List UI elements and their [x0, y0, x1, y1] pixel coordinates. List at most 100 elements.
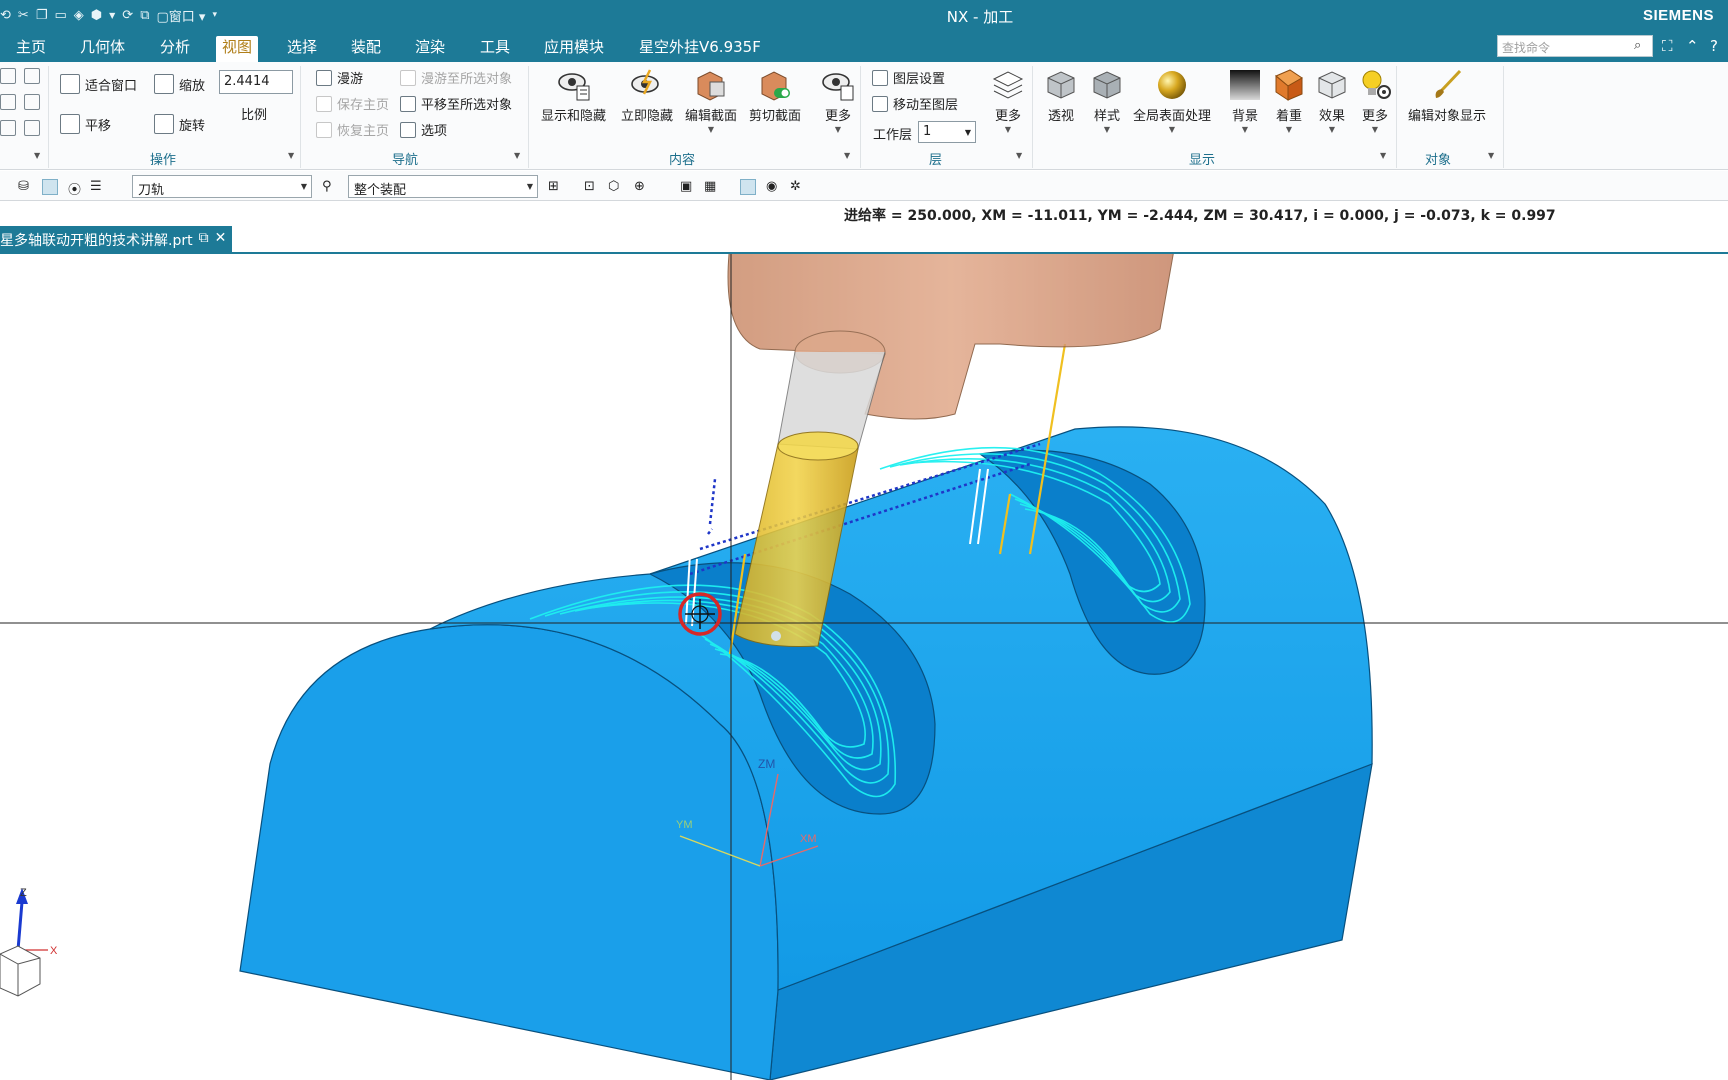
- group-label-navigate: 导航: [392, 153, 419, 168]
- cad-scene[interactable]: ZM YM XM Z X: [0, 254, 1728, 1080]
- orient-view-icon[interactable]: [0, 120, 16, 136]
- coloring-button[interactable]: 着重 ▼: [1272, 68, 1306, 134]
- rotate-button[interactable]: 旋转: [154, 114, 205, 134]
- layer-group-arrow-icon[interactable]: ▼: [1016, 151, 1022, 160]
- search-icon[interactable]: ⌕: [1634, 38, 1650, 54]
- tab-analysis[interactable]: 分析: [154, 36, 196, 62]
- zoom-button[interactable]: 缩放: [154, 74, 205, 94]
- save-home-button[interactable]: 保存主页: [316, 94, 389, 113]
- pan-button[interactable]: 平移: [60, 114, 111, 134]
- toolpath-filter-icon[interactable]: ✲: [790, 179, 806, 195]
- mcs-xm-label: XM: [800, 833, 817, 845]
- operate-group-arrow-icon[interactable]: ▼: [288, 151, 294, 160]
- style-dropdown-icon[interactable]: ▼: [1104, 125, 1110, 134]
- effects-dropdown-icon[interactable]: ▼: [1329, 125, 1335, 134]
- scale-input[interactable]: 2.4414: [219, 70, 293, 94]
- group-separator: [1396, 66, 1397, 168]
- tab-render[interactable]: 渲染: [409, 36, 451, 62]
- edit-object-display-button[interactable]: 编辑对象显示: [1408, 68, 1486, 124]
- move-to-layer-button[interactable]: 移动至图层: [872, 94, 958, 113]
- tab-application[interactable]: 应用模块: [538, 36, 610, 62]
- content-more-button[interactable]: 更多 ▼: [821, 68, 855, 134]
- pan-label: 平移: [85, 118, 112, 134]
- hide-now-button[interactable]: 立即隐藏: [621, 68, 673, 124]
- orient-view-icon[interactable]: [24, 68, 40, 84]
- walk-to-selected-button[interactable]: 漫游至所选对象: [400, 68, 512, 87]
- tab-tools[interactable]: 工具: [474, 36, 516, 62]
- pan-to-selected-button[interactable]: 平移至所选对象: [400, 94, 512, 113]
- help-icon[interactable]: ?: [1710, 37, 1718, 55]
- tab-home[interactable]: 主页: [10, 36, 52, 62]
- show-hide-button[interactable]: 显示和隐藏: [541, 68, 606, 124]
- style-label: 样式: [1093, 109, 1120, 124]
- content-more-dropdown-icon[interactable]: ▼: [835, 125, 841, 134]
- clip-section-button[interactable]: 剪切截面: [749, 68, 801, 124]
- select-body-icon[interactable]: ⬡: [608, 179, 624, 195]
- orient-view-icon[interactable]: [0, 94, 16, 110]
- coloring-dropdown-icon[interactable]: ▼: [1286, 125, 1292, 134]
- object-group-arrow-icon[interactable]: ▼: [1488, 151, 1494, 160]
- view-eye-icon[interactable]: ◉: [766, 179, 782, 195]
- snap-settings-icon[interactable]: ⊞: [548, 179, 564, 195]
- group-label-content: 内容: [669, 153, 696, 168]
- type-filter-select[interactable]: 刀轨 ▼: [132, 175, 312, 198]
- work-layer-select[interactable]: 1 ▼: [918, 121, 976, 143]
- layer-settings-button[interactable]: 图层设置: [872, 68, 945, 87]
- edit-section-dropdown-icon[interactable]: ▼: [708, 125, 714, 134]
- tab-geometry[interactable]: 几何体: [74, 36, 131, 62]
- global-finish-button[interactable]: 全局表面处理 ▼: [1133, 68, 1211, 134]
- document-tab-name: 星多轴联动开粗的技术讲解.prt: [0, 233, 193, 249]
- navigate-group-arrow-icon[interactable]: ▼: [514, 151, 520, 160]
- background-button[interactable]: 背景 ▼: [1228, 68, 1262, 134]
- walk-button[interactable]: 漫游: [316, 68, 363, 87]
- close-tab-icon[interactable]: ✕: [215, 230, 227, 252]
- clip-section-icon: [761, 71, 790, 101]
- orient-group-arrow-icon[interactable]: ▼: [34, 151, 40, 160]
- orient-view-icon[interactable]: [24, 120, 40, 136]
- document-tab[interactable]: 星多轴联动开粗的技术讲解.prt ⧉ ✕: [0, 226, 233, 252]
- effects-button[interactable]: 效果 ▼: [1315, 68, 1349, 134]
- hide-eye-icon: [631, 69, 659, 95]
- pan-to-selected-label: 平移至所选对象: [421, 98, 513, 113]
- options-button[interactable]: 选项: [400, 120, 447, 139]
- collapse-ribbon-icon[interactable]: ⌃: [1686, 37, 1699, 55]
- edit-section-button[interactable]: 编辑截面 ▼: [685, 68, 737, 134]
- layer-more-button[interactable]: 更多 ▼: [991, 68, 1025, 134]
- tab-assembly[interactable]: 装配: [345, 36, 387, 62]
- command-search-input[interactable]: 查找命令: [1497, 35, 1653, 57]
- orient-view-icon[interactable]: [24, 94, 40, 110]
- perspective-button[interactable]: 透视: [1044, 68, 1078, 124]
- orient-view-icon[interactable]: [0, 68, 16, 84]
- layer-more-dropdown-icon[interactable]: ▼: [1005, 125, 1011, 134]
- background-dropdown-icon[interactable]: ▼: [1242, 125, 1248, 134]
- select-multi-icon[interactable]: ☰: [90, 179, 106, 195]
- restore-home-button[interactable]: 恢复主页: [316, 120, 389, 139]
- assembly-select-icon[interactable]: ▦: [704, 179, 720, 195]
- select-feature-icon[interactable]: ⊡: [584, 179, 600, 195]
- global-finish-dropdown-icon[interactable]: ▼: [1169, 125, 1175, 134]
- scale-label: 比例: [241, 108, 268, 123]
- select-mode-icon[interactable]: ⛁: [18, 179, 34, 195]
- options-label: 选项: [421, 124, 448, 139]
- tab-view[interactable]: 视图: [216, 36, 259, 62]
- display-group-arrow-icon[interactable]: ▼: [1380, 151, 1386, 160]
- fullscreen-icon[interactable]: ⛶: [1662, 37, 1673, 55]
- select-point-icon[interactable]: ⦿: [68, 179, 84, 198]
- filter-funnel-icon[interactable]: ⚲: [322, 179, 338, 195]
- walk-to-selected-label: 漫游至所选对象: [421, 72, 513, 87]
- style-button[interactable]: 样式 ▼: [1090, 68, 1124, 134]
- tab-plugin[interactable]: 星空外挂V6.935F: [633, 36, 767, 62]
- graphics-window[interactable]: ZM YM XM Z X: [0, 254, 1728, 1080]
- select-mode-active-icon[interactable]: [42, 179, 58, 195]
- content-group-arrow-icon[interactable]: ▼: [844, 151, 850, 160]
- box-select-icon[interactable]: ▣: [680, 179, 696, 195]
- mcs-display-icon[interactable]: [740, 179, 756, 195]
- walk-icon: [316, 69, 332, 86]
- display-more-dropdown-icon[interactable]: ▼: [1372, 125, 1378, 134]
- fit-button[interactable]: 适合窗口: [60, 74, 137, 94]
- tab-select[interactable]: 选择: [281, 36, 323, 62]
- undock-icon[interactable]: ⧉: [199, 230, 209, 252]
- select-face-icon[interactable]: ⊕: [634, 179, 650, 195]
- scope-select[interactable]: 整个装配 ▼: [348, 175, 538, 198]
- display-more-button[interactable]: 更多 ▼: [1358, 68, 1392, 134]
